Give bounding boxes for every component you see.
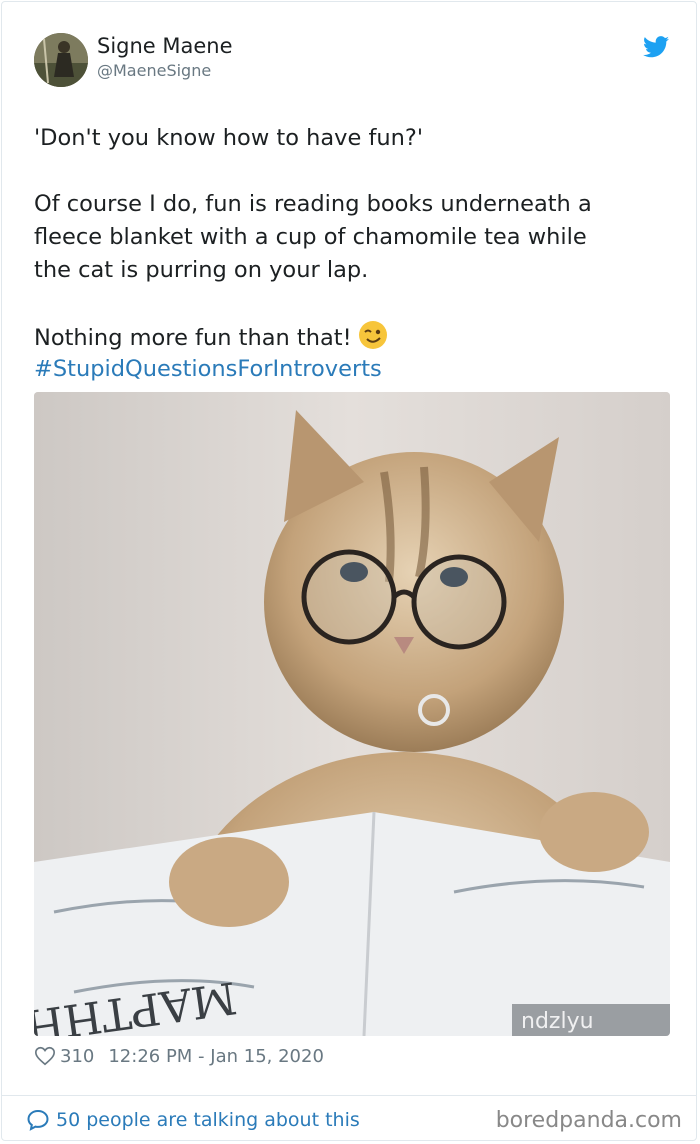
tweet-text-line-2: Of course I do, fun is reading books und… xyxy=(34,191,592,217)
tweet-text-line-5: Nothing more fun than that! xyxy=(34,320,388,355)
footer-divider xyxy=(2,1095,696,1096)
tweet-text-line-1: 'Don't you know how to have fun?' xyxy=(34,125,424,151)
like-count[interactable]: 310 xyxy=(60,1046,94,1067)
author-handle[interactable]: @MaeneSigne xyxy=(97,61,211,80)
tweet-photo[interactable]: MAPTHH ndzlyu xyxy=(34,392,670,1036)
hashtag-link[interactable]: #StupidQuestionsForIntroverts xyxy=(34,353,382,386)
speech-bubble-icon xyxy=(27,1109,49,1131)
author-name[interactable]: Signe Maene xyxy=(97,34,233,58)
conversation-count-text[interactable]: 50 people are talking about this xyxy=(56,1109,360,1131)
tweet-card: Signe Maene @MaeneSigne 'Don't you know … xyxy=(1,1,697,1141)
author-avatar[interactable] xyxy=(34,33,88,87)
boredpanda-logo-text: boredpanda.com xyxy=(495,1108,682,1133)
tweet-meta: 310 12:26 PM - Jan 15, 2020 xyxy=(34,1045,324,1067)
gif-watermark: ndzlyu xyxy=(521,1009,594,1034)
tweet-text-line-5-label: Nothing more fun than that! xyxy=(34,325,352,351)
twitter-bird-icon[interactable] xyxy=(643,36,669,58)
tweet-timestamp[interactable]: 12:26 PM - Jan 15, 2020 xyxy=(108,1046,324,1067)
tweet-text-line-3: fleece blanket with a cup of chamomile t… xyxy=(34,224,587,250)
winking-face-icon xyxy=(358,321,387,349)
tweet-text-line-4: the cat is purring on your lap. xyxy=(34,257,369,283)
conversation-link[interactable]: 50 people are talking about this xyxy=(26,1108,360,1132)
cat-with-glasses-image: MAPTHH ndzlyu xyxy=(34,392,670,1036)
heart-icon[interactable] xyxy=(34,1045,56,1067)
